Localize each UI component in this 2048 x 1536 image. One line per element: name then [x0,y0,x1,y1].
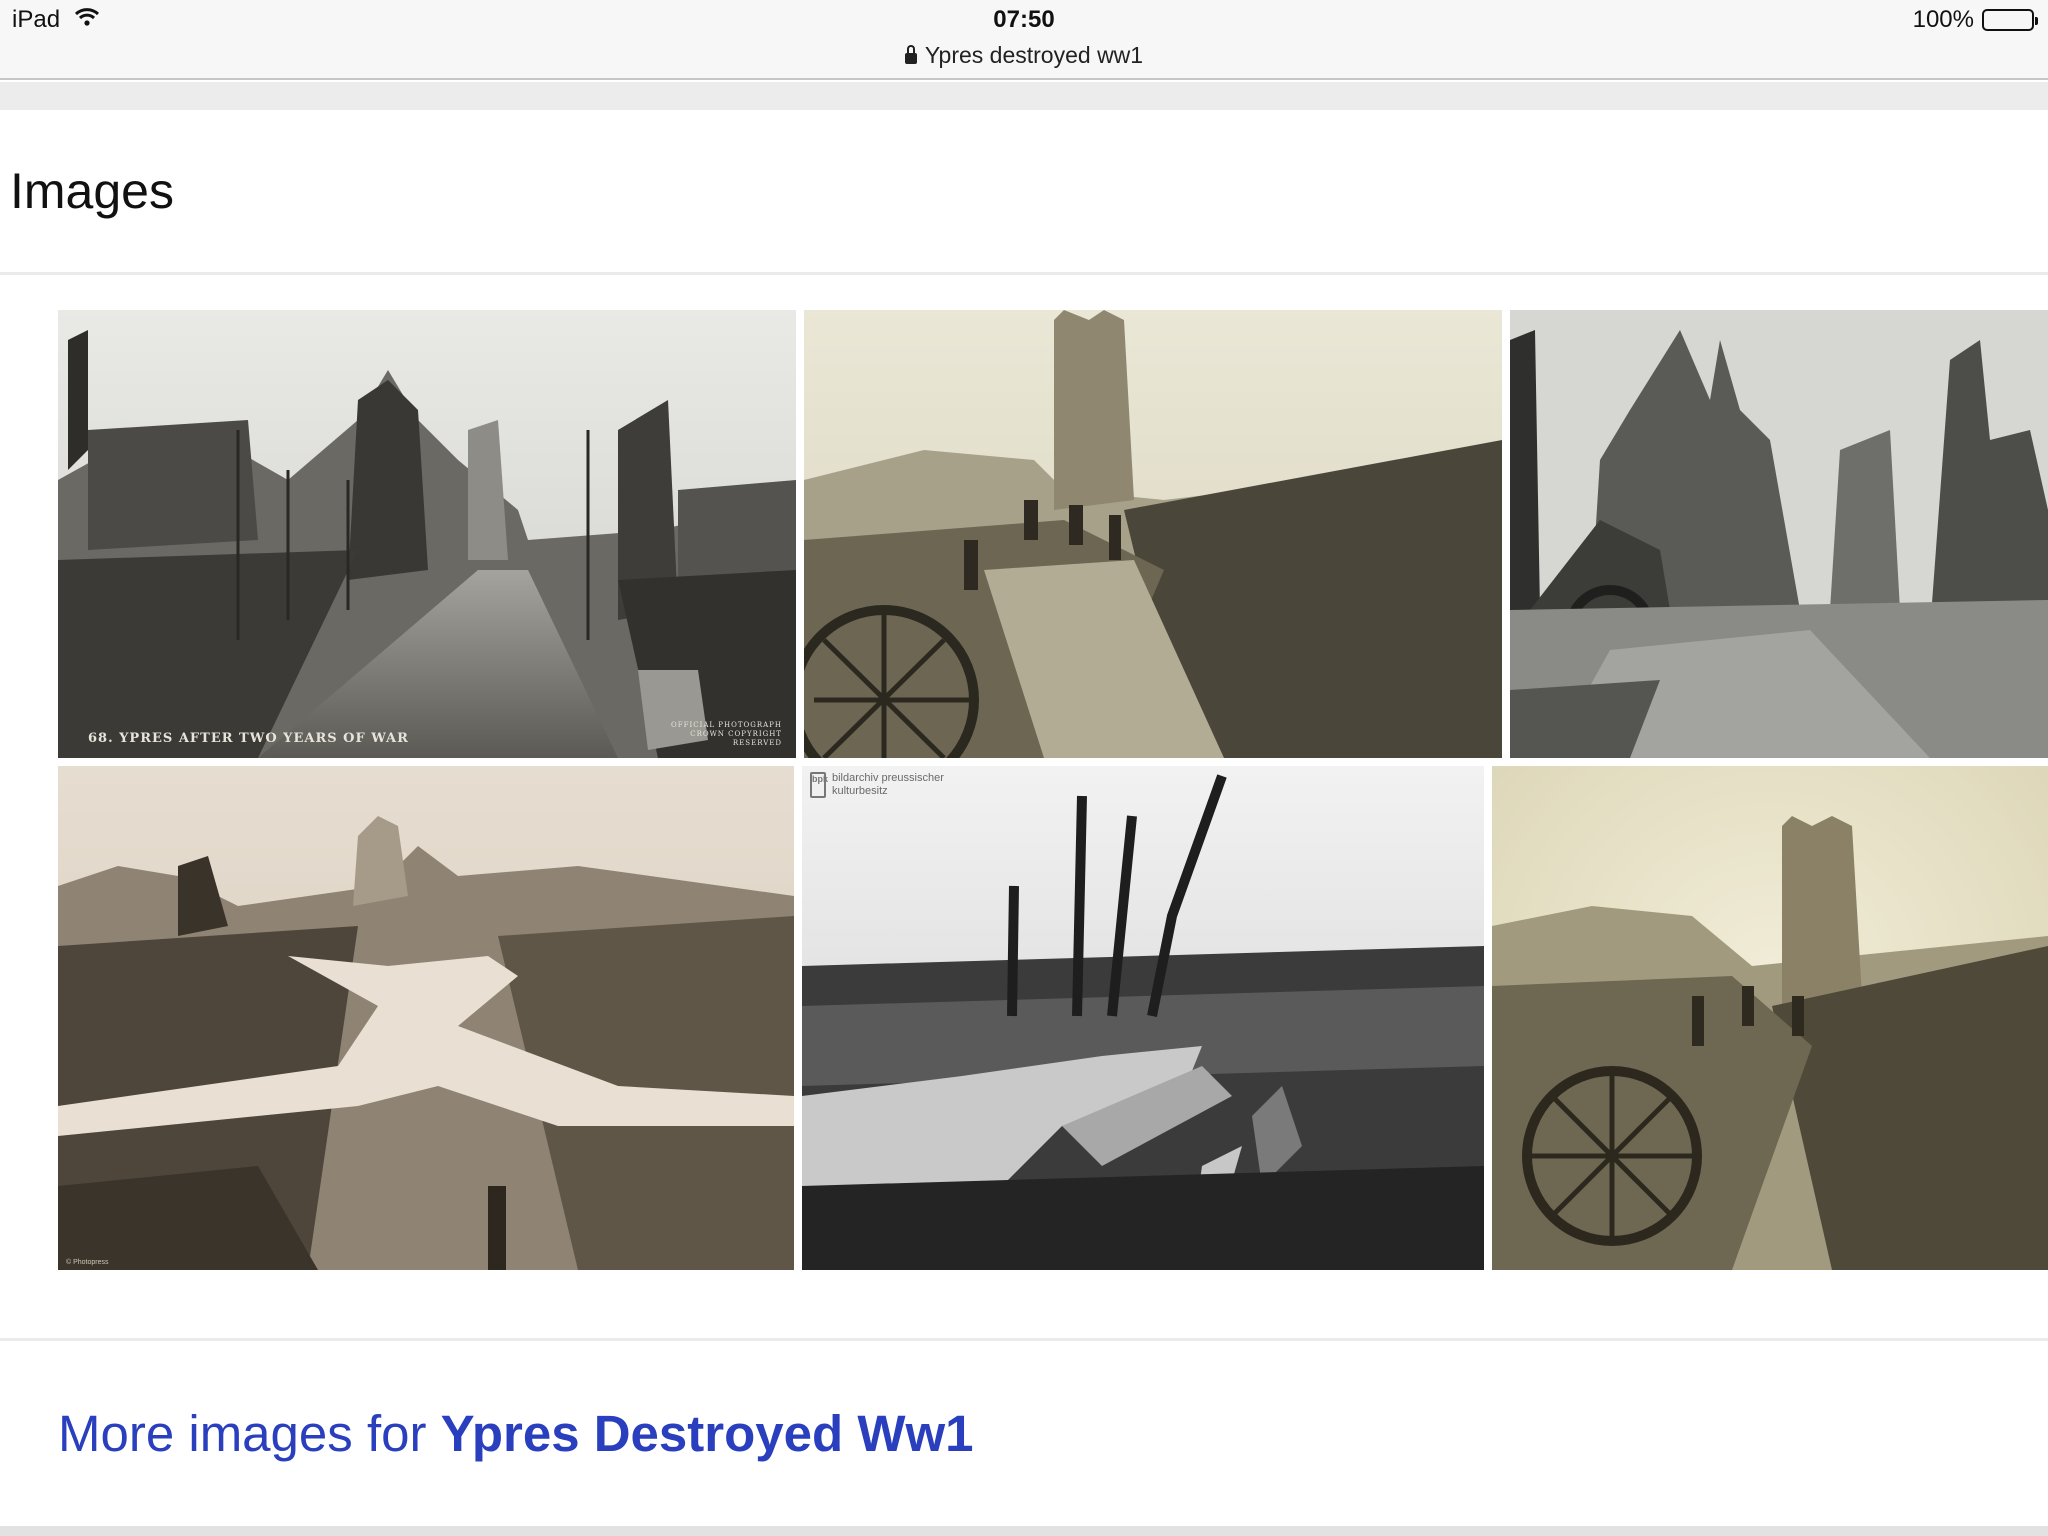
clock: 07:50 [993,6,1055,33]
divider [0,1526,2048,1536]
lock-icon [904,45,917,64]
address-bar[interactable]: Ypres destroyed ww1 [0,42,2048,69]
more-images-link[interactable]: More images for Ypres Destroyed Ww1 [58,1404,974,1463]
bpk-logo: bpk [810,772,828,798]
battery-percent: 100% [1912,6,1974,33]
image-result-2[interactable] [804,310,1502,758]
image-copyright: © Photopress [66,1259,109,1266]
watermark-text: bildarchiv preussischer kulturbesitz [832,772,944,798]
address-bar-title: Ypres destroyed ww1 [924,42,1144,68]
section-title: Images [10,163,174,219]
divider [0,1338,2048,1341]
divider [0,272,2048,275]
watermark-text-line: bildarchiv preussischer [832,772,944,784]
image-caption: 68. YPRES AFTER TWO YEARS OF WAR [88,731,409,746]
battery-icon [1982,9,2038,31]
watermark-text-line: kulturbesitz [832,785,888,797]
status-bar: iPad 07:50 100% Ypres destroyed ww1 [0,0,2048,80]
image-side-caption: OFFICIAL PHOTOGRAPH CROWN COPYRIGHT RESE… [671,721,782,747]
image-result-3[interactable] [1510,310,2048,758]
more-images-prefix: More images for [58,1405,441,1462]
image-result-5[interactable]: bpk bildarchiv preussischer kulturbesitz [802,766,1484,1270]
status-right: 100% [1912,6,2038,34]
image-result-1[interactable]: 68. YPRES AFTER TWO YEARS OF WAR OFFICIA… [58,310,796,758]
image-watermark: bpk bildarchiv preussischer kulturbesitz [810,772,944,798]
toolbar-strip [0,82,2048,110]
more-images-query: Ypres Destroyed Ww1 [440,1405,974,1462]
image-result-6[interactable] [1492,766,2048,1270]
image-result-4[interactable]: © Photopress [58,766,794,1270]
